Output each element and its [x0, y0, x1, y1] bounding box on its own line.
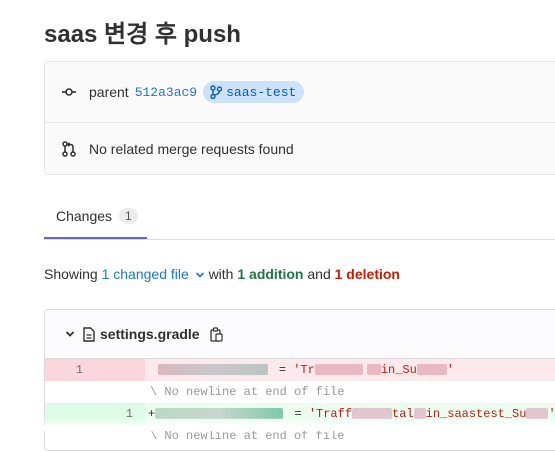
string-end: ' [446, 363, 455, 377]
merge-requests-row: No related merge requests found [61, 137, 294, 161]
deletions-count: 1 deletion [334, 266, 400, 282]
redacted-text [366, 364, 381, 376]
new-line-number[interactable] [95, 359, 145, 381]
tab-changes-count: 1 [119, 208, 138, 224]
summary-showing: Showing [44, 266, 98, 282]
string-start: 'Tr [293, 363, 315, 377]
redacted-text [157, 364, 268, 376]
file-name: settings.gradle [100, 326, 200, 342]
additions-count: 1 addition [237, 266, 304, 282]
branch-name: saas-test [226, 84, 297, 100]
redacted-text [314, 364, 363, 376]
diff-summary: Showing 1 changed file with 1 addition a… [44, 266, 400, 282]
changed-files-dropdown[interactable]: 1 changed file [102, 266, 209, 282]
merge-requests-text: No related merge requests found [89, 141, 294, 157]
branch-badge[interactable]: saas-test [203, 81, 305, 103]
code-content: = 'Tr in_Su ' [148, 359, 454, 381]
copy-icon[interactable] [209, 326, 223, 342]
summary-and: and [307, 266, 331, 282]
equals-sign: = [278, 363, 287, 377]
divider [45, 122, 555, 123]
tab-changes[interactable]: Changes 1 [44, 195, 147, 239]
commit-icon [61, 84, 77, 100]
string-mid: in_Su [380, 363, 417, 377]
branch-icon [210, 85, 223, 99]
diff-line-meta: \ No newline at end of file [45, 381, 555, 403]
redacted-text [416, 364, 447, 376]
changed-files-text: 1 changed file [101, 266, 189, 282]
tabs-bar: Changes 1 [44, 195, 555, 240]
parent-label: parent [89, 84, 129, 100]
parent-sha-link[interactable]: 512a3ac9 [135, 85, 197, 100]
file-icon [83, 326, 95, 342]
summary-with: with [208, 266, 234, 282]
old-line-number[interactable]: 1 [45, 359, 95, 381]
tab-changes-label: Changes [56, 208, 113, 224]
no-newline-notice: \ No newline at end of file [150, 385, 345, 399]
chevron-down-icon [195, 271, 205, 279]
merge-request-icon [61, 141, 77, 157]
commit-info-box: parent 512a3ac9 saas-test No related mer… [44, 61, 555, 175]
chevron-down-icon[interactable] [65, 330, 75, 338]
parent-row: parent 512a3ac9 saas-test [61, 80, 305, 104]
diff-line-deletion: 1 = 'Tr in_Su ' [45, 359, 555, 381]
file-header: settings.gradle [45, 310, 555, 359]
page-title: saas 변경 후 push [44, 21, 241, 48]
